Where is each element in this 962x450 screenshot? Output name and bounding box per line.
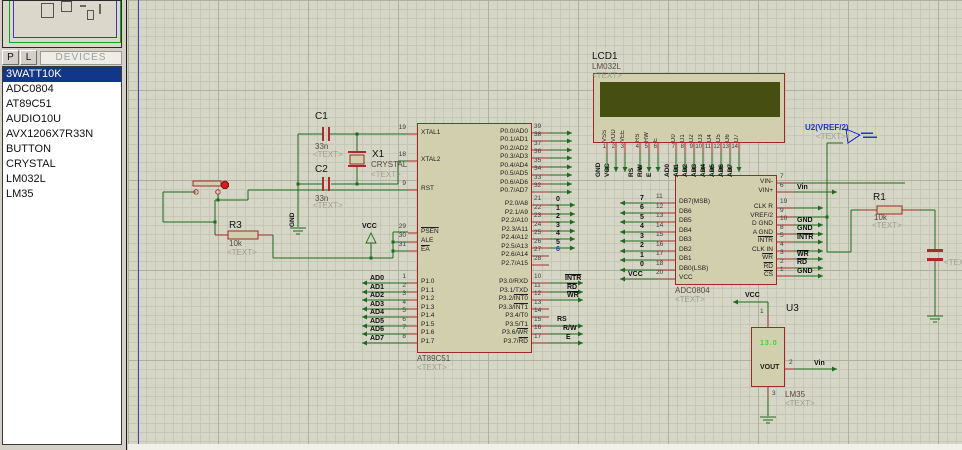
overview-window[interactable] <box>2 0 122 48</box>
proteus-isis-window: { "sidebar": { "pick_button": "P", "libr… <box>0 0 962 450</box>
overview-mini-part <box>99 4 101 14</box>
device-item-lm032l[interactable]: LM032L <box>3 172 121 187</box>
device-item-adc0804[interactable]: ADC0804 <box>3 82 121 97</box>
sidebar: P L DEVICES 3WATT10K ADC0804 AT89C51 AUDIO1… <box>0 0 127 450</box>
overview-mini-part <box>87 10 94 20</box>
schematic-graphics <box>162 127 943 424</box>
overview-mini-part <box>41 3 54 18</box>
pick-devices-button[interactable]: P <box>2 50 19 65</box>
device-item-lm35[interactable]: LM35 <box>3 187 121 202</box>
device-item-at89c51[interactable]: AT89C51 <box>3 97 121 112</box>
device-item-crystal[interactable]: CRYSTAL <box>3 157 121 172</box>
overview-mini-part <box>61 1 72 12</box>
library-button[interactable]: L <box>20 50 37 65</box>
device-item-audio10u[interactable]: AUDIO10U <box>3 112 121 127</box>
device-list[interactable]: 3WATT10K ADC0804 AT89C51 AUDIO10U AVX1206X7R… <box>2 66 122 445</box>
device-item-3watt10k[interactable]: 3WATT10K <box>3 67 121 82</box>
overview-mini-part <box>80 5 86 7</box>
devices-header: DEVICES <box>40 51 122 65</box>
device-item-avx1206x7r33n[interactable]: AVX1206X7R33N <box>3 127 121 142</box>
device-item-button[interactable]: BUTTON <box>3 142 121 157</box>
